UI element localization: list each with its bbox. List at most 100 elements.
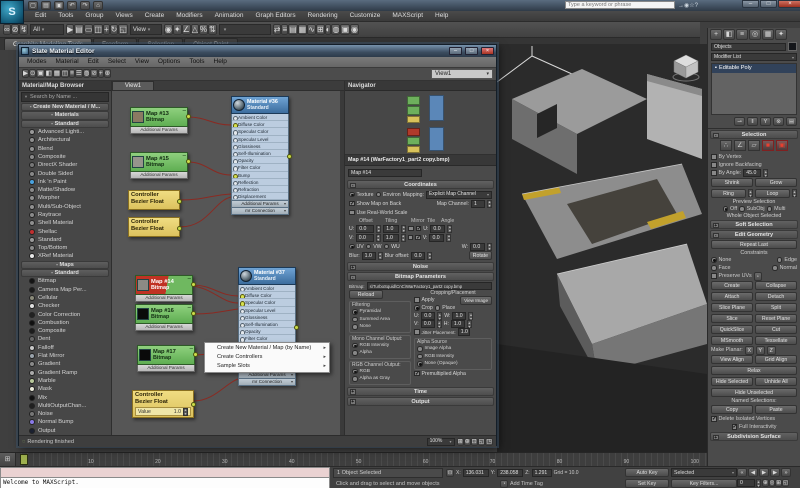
collapse-button[interactable]: Collapse bbox=[755, 281, 797, 290]
maximize-button[interactable]: □ bbox=[760, 0, 777, 8]
spinner-snap-icon[interactable]: ⇅ bbox=[208, 24, 217, 35]
pan-tool-icon[interactable]: ⊞ bbox=[457, 438, 464, 446]
u-angle-field[interactable]: 0.0 bbox=[430, 225, 445, 233]
curve-editor-icon[interactable]: ∿ bbox=[307, 24, 316, 35]
apply-cropping-checkbox[interactable] bbox=[414, 297, 420, 303]
save-file-icon[interactable]: ▣ bbox=[54, 1, 64, 10]
make-planar-x-button[interactable]: X bbox=[745, 346, 754, 355]
slate-maximize-button[interactable]: □ bbox=[465, 47, 478, 55]
menu-help[interactable]: Help bbox=[210, 57, 231, 67]
node-controller2[interactable]: ControllerBezier Float bbox=[128, 217, 180, 237]
menu-tools[interactable]: Tools bbox=[53, 11, 78, 21]
tessellate-button[interactable]: Tessellate bbox=[755, 336, 797, 345]
preview-multi-radio[interactable] bbox=[767, 206, 773, 212]
menu-help[interactable]: Help bbox=[430, 11, 453, 21]
slot-ambient-color[interactable]: Ambient Color bbox=[239, 285, 295, 292]
zoom-region-icon[interactable]: ⊡ bbox=[471, 438, 478, 446]
render-production-icon[interactable]: ◉ bbox=[350, 24, 359, 35]
transform-lock-icon[interactable]: ⊡ bbox=[446, 469, 454, 477]
menu-view[interactable]: View bbox=[131, 57, 153, 67]
cut-button[interactable]: Cut bbox=[755, 325, 797, 334]
node-map14-selected[interactable]: Map #14Bitmap – Additional Params bbox=[135, 275, 193, 302]
app-logo-icon[interactable]: S bbox=[0, 0, 24, 24]
w-angle-field[interactable]: 0.0 bbox=[470, 243, 485, 251]
browser-item-gradient[interactable]: Gradient bbox=[19, 360, 111, 368]
additional-params-strip[interactable]: Additional Params bbox=[130, 172, 188, 179]
radio-none[interactable] bbox=[352, 324, 358, 330]
collapse-node-icon[interactable]: – bbox=[190, 347, 193, 352]
view-zoom-dropdown[interactable]: 100%▾ bbox=[427, 438, 455, 446]
output-socket[interactable] bbox=[177, 199, 182, 204]
menu-views[interactable]: Views bbox=[110, 11, 137, 21]
slot-specular-level[interactable]: Specular Level bbox=[239, 307, 295, 314]
context-menu-item-create-new-material-map-by-name[interactable]: Create New Material / Map (by Name)▸ bbox=[205, 344, 329, 353]
radio-pyramidal[interactable] bbox=[352, 309, 358, 315]
close-button[interactable]: × bbox=[778, 0, 800, 8]
graphite-ribbon-toggle-icon[interactable]: ▦ bbox=[298, 24, 308, 35]
slot-self-illumination[interactable]: Self-Illumination bbox=[232, 150, 288, 157]
v-angle-field[interactable]: 0.0 bbox=[429, 234, 444, 242]
premultiplied-alpha-checkbox[interactable] bbox=[414, 371, 420, 377]
zoom-tool-icon[interactable]: ⊕ bbox=[464, 438, 471, 446]
slot-glossiness[interactable]: Glossiness bbox=[239, 314, 295, 321]
crop-u-field[interactable]: 0.0 bbox=[421, 312, 435, 320]
browser-item-checker[interactable]: Checker bbox=[19, 302, 111, 310]
jitter-checkbox[interactable] bbox=[414, 329, 420, 335]
project-folder-icon[interactable]: ⌂ bbox=[93, 1, 103, 10]
radio-image-alpha[interactable] bbox=[417, 346, 423, 352]
polygon-mode-icon[interactable]: ■ bbox=[762, 140, 774, 151]
browser-group-maps[interactable]: - Maps bbox=[21, 261, 109, 269]
grid-align-button[interactable]: Grid Align bbox=[755, 355, 797, 364]
radio-alpha-as-gray[interactable] bbox=[352, 376, 358, 382]
browser-item-camera-map-per[interactable]: Camera Map Per... bbox=[19, 286, 111, 294]
current-frame-field[interactable]: 0 bbox=[737, 479, 755, 487]
next-frame-button[interactable]: ▶ bbox=[770, 468, 780, 477]
shrink-button[interactable]: Shrink bbox=[711, 178, 753, 187]
output-socket[interactable] bbox=[186, 114, 191, 119]
real-world-scale-checkbox[interactable] bbox=[349, 210, 355, 216]
browser-item-output[interactable]: Output bbox=[19, 427, 111, 435]
browser-item-mix[interactable]: Mix bbox=[19, 393, 111, 401]
vertex-mode-icon[interactable]: ∴ bbox=[720, 140, 732, 151]
node-controller3[interactable]: ControllerBezier Float Value1.0 bbox=[132, 390, 194, 418]
delete-isolated-vertices-checkbox[interactable] bbox=[711, 416, 717, 422]
rollout-bitmap-parameters[interactable]: -Bitmap Parameters bbox=[347, 272, 494, 281]
v-tile-checkbox[interactable] bbox=[415, 235, 421, 241]
element-mode-icon[interactable]: ▣ bbox=[776, 140, 788, 151]
menu-modifiers[interactable]: Modifiers bbox=[171, 11, 207, 21]
output-socket[interactable] bbox=[294, 325, 299, 330]
set-key-button[interactable]: Set Key bbox=[625, 479, 669, 488]
browser-item-morpher[interactable]: Morpher bbox=[19, 194, 111, 202]
zoom-extents-all-icon[interactable]: ⊕ bbox=[762, 479, 769, 487]
browser-item-composite[interactable]: Composite bbox=[19, 327, 111, 335]
paste-button[interactable]: Paste bbox=[755, 405, 797, 414]
browser-item-directx-shader[interactable]: DirectX Shader bbox=[19, 161, 111, 169]
slot-opacity[interactable]: Opacity bbox=[239, 328, 295, 335]
slot-opacity[interactable]: Opacity bbox=[232, 157, 288, 164]
make-unique-icon[interactable]: Y bbox=[760, 117, 771, 126]
context-menu-item-sample-slots[interactable]: Sample Slots▸ bbox=[205, 362, 329, 371]
tab-view1[interactable]: View1 bbox=[112, 81, 154, 90]
snaps-toggle-icon[interactable]: ∠ bbox=[182, 24, 191, 35]
menu-group[interactable]: Group bbox=[80, 11, 108, 21]
uv-radio[interactable] bbox=[349, 244, 355, 250]
menu-graph-editors[interactable]: Graph Editors bbox=[251, 11, 301, 21]
rollout-subdivision-surface[interactable]: +Subdivision Surface bbox=[710, 432, 798, 441]
open-file-icon[interactable]: ▤ bbox=[41, 1, 51, 10]
rollout-edit-geometry[interactable]: -Edit Geometry bbox=[710, 230, 798, 239]
browser-group-materials[interactable]: - Materials bbox=[21, 111, 109, 119]
menu-customize[interactable]: Customize bbox=[345, 11, 386, 21]
additional-params-strip[interactable]: Additional Params bbox=[137, 365, 195, 372]
viewcube[interactable] bbox=[671, 52, 701, 82]
make-planar-y-button[interactable]: Y bbox=[756, 346, 765, 355]
browser-item-cellular[interactable]: Cellular bbox=[19, 294, 111, 302]
maxscript-listener-input[interactable]: Welcome to MAXScript. bbox=[0, 478, 330, 488]
constraint-normal-radio[interactable] bbox=[772, 265, 778, 271]
slot-glossiness[interactable]: Glossiness bbox=[232, 143, 288, 150]
slot-ambient-color[interactable]: Ambient Color bbox=[232, 114, 288, 121]
browser-item-matte-shadow[interactable]: Matte/Shadow bbox=[19, 186, 111, 194]
radio-summed-area[interactable] bbox=[352, 317, 358, 323]
window-crossing-icon[interactable]: ◫ bbox=[93, 24, 103, 35]
slot-reflection[interactable]: Reflection bbox=[232, 179, 288, 186]
slot-specular-level[interactable]: Specular Level bbox=[232, 136, 288, 143]
